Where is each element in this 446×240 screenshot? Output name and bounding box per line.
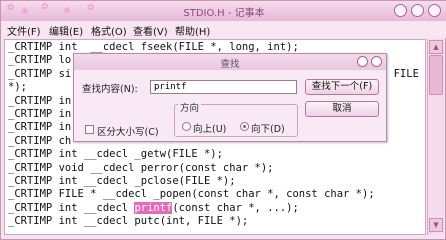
menu-edit[interactable]: 编辑(E) (49, 23, 83, 38)
code-line: _CRTIMP int __cdecl _getw(FILE *); (8, 148, 223, 161)
find-dialog: 查找 查找内容(N): 查找下一个(F) 取消 方向 向上(U) 向下(D) 区… (73, 53, 387, 142)
notepad-window: ✿ ❀ ✿ ❀ ✿ STDIO.H - 记事本 文件(F) 编辑(E) 格式(O… (0, 0, 446, 240)
direction-up-label[interactable]: 向上(U) (193, 121, 226, 135)
find-dialog-title: 查找 (220, 59, 240, 70)
code-line: _CRTIMP void __cdecl perror(const char *… (8, 161, 274, 174)
resize-grip-icon[interactable]: ⋰ (429, 226, 437, 235)
close-button[interactable] (428, 4, 441, 17)
menu-view[interactable]: 查看(V) (133, 23, 168, 38)
menu-file[interactable]: 文件(F) (7, 23, 41, 38)
search-match-highlight: printf (134, 201, 173, 214)
find-next-button[interactable]: 查找下一个(F) (305, 79, 379, 95)
find-what-label: 查找内容(N): (82, 84, 138, 95)
menu-bar: 文件(F) 编辑(E) 格式(O) 查看(V) 帮助(H) (1, 21, 446, 38)
vertical-scrollbar[interactable]: ▲ ▼ (427, 39, 444, 235)
dialog-help-button[interactable] (357, 56, 368, 67)
find-what-input[interactable] (150, 80, 297, 94)
menu-format[interactable]: 格式(O) (91, 23, 127, 38)
direction-up-radio[interactable] (182, 122, 191, 131)
cancel-button[interactable]: 取消 (305, 101, 379, 117)
minimize-button[interactable] (394, 4, 407, 17)
match-case-label[interactable]: 区分大小写(C) (97, 124, 159, 138)
menu-help[interactable]: 帮助(H) (175, 23, 210, 38)
direction-down-radio[interactable] (240, 122, 249, 131)
match-case-checkbox[interactable] (85, 125, 94, 134)
code-line-highlighted: _CRTIMP int __cdecl printf(const char *,… (8, 201, 419, 215)
code-line: _CRTIMP FILE * __cdecl _popen(const char… (8, 188, 375, 201)
code-line: _CRTIMP int __cdecl putc(int, FILE *); (8, 215, 249, 228)
dialog-close-button[interactable] (371, 56, 382, 67)
scroll-thumb[interactable] (429, 55, 443, 95)
code-line: _CRTIMP int __cdecl _pclose(FILE *); (8, 175, 236, 188)
direction-down-label[interactable]: 向下(D) (251, 121, 285, 135)
code-after-match: (const char *, ...); (172, 201, 299, 214)
maximize-button[interactable] (411, 4, 424, 17)
find-dialog-title-bar[interactable]: 查找 (74, 54, 386, 70)
direction-label: 方向 (178, 100, 202, 114)
scroll-up-arrow-icon[interactable]: ▲ (429, 40, 443, 54)
window-title: STDIO.H - 记事本 (183, 8, 265, 19)
title-bar[interactable]: ✿ ❀ ✿ ❀ ✿ STDIO.H - 记事本 (1, 1, 446, 21)
code-before-match: _CRTIMP int __cdecl (8, 201, 135, 214)
